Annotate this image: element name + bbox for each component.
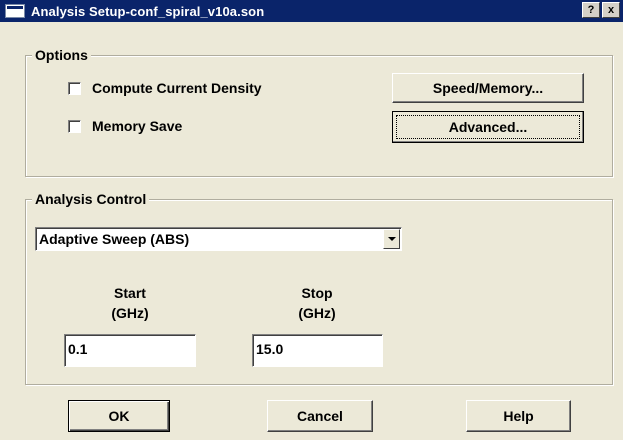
options-group-label: Options xyxy=(32,46,91,64)
start-frequency-value: 0.1 xyxy=(68,341,88,357)
title-bar: Analysis Setup-conf_spiral_v10a.son ? x xyxy=(0,0,623,22)
speed-memory-button[interactable]: Speed/Memory... xyxy=(392,73,584,103)
memory-save-checkbox[interactable]: Memory Save xyxy=(68,118,182,134)
start-frequency-input[interactable]: 0.1 xyxy=(64,334,196,367)
stop-label-block: Stop (GHz) xyxy=(277,283,357,323)
sweep-type-value: Adaptive Sweep (ABS) xyxy=(39,231,190,247)
start-label: Start xyxy=(114,285,146,301)
compute-current-density-checkbox-box[interactable] xyxy=(68,81,81,95)
cancel-button-label: Cancel xyxy=(297,408,343,424)
ok-button[interactable]: OK xyxy=(68,400,170,432)
window-icon xyxy=(5,4,25,18)
title-buttons: ? x xyxy=(582,2,620,18)
focus-rectangle xyxy=(396,115,580,139)
stop-frequency-input[interactable]: 15.0 xyxy=(252,334,383,367)
help-button-label: Help xyxy=(503,408,534,424)
compute-current-density-checkbox[interactable]: Compute Current Density xyxy=(68,80,262,96)
start-unit-label: (GHz) xyxy=(111,305,149,321)
chevron-down-icon xyxy=(387,237,396,241)
speed-memory-button-label: Speed/Memory... xyxy=(432,80,544,96)
close-button[interactable]: x xyxy=(602,2,620,18)
ok-button-label: OK xyxy=(108,408,130,424)
start-label-block: Start (GHz) xyxy=(90,283,170,323)
stop-frequency-value: 15.0 xyxy=(256,341,284,357)
sweep-type-dropdown[interactable]: Adaptive Sweep (ABS) xyxy=(35,227,402,251)
window-title: Analysis Setup-conf_spiral_v10a.son xyxy=(31,3,265,19)
advanced-button[interactable]: Advanced... xyxy=(392,111,584,143)
analysis-control-group-label: Analysis Control xyxy=(32,190,150,208)
stop-unit-label: (GHz) xyxy=(298,305,336,321)
compute-current-density-label: Compute Current Density xyxy=(92,80,262,96)
memory-save-checkbox-box[interactable] xyxy=(68,119,81,133)
help-button[interactable]: Help xyxy=(466,400,571,432)
stop-label: Stop xyxy=(301,285,333,301)
memory-save-label: Memory Save xyxy=(92,118,183,134)
help-title-button[interactable]: ? xyxy=(582,2,600,18)
cancel-button[interactable]: Cancel xyxy=(267,400,373,432)
dropdown-arrow-button[interactable] xyxy=(383,229,400,249)
